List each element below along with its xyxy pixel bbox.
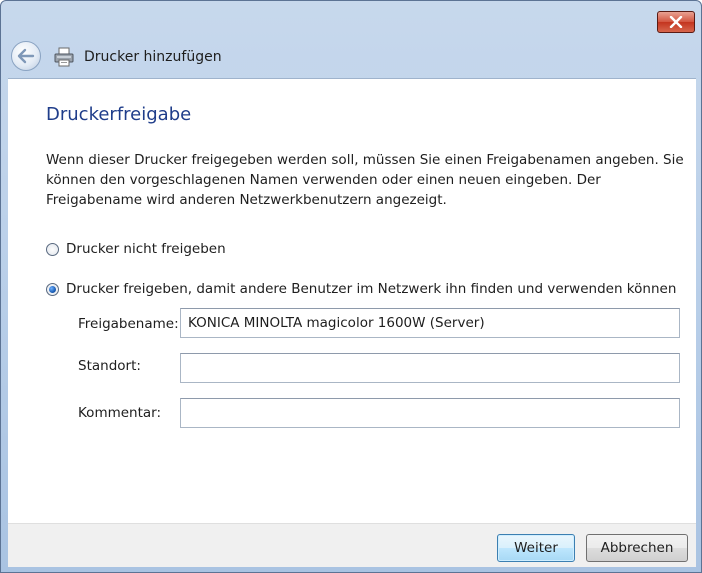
back-arrow-icon bbox=[17, 48, 35, 64]
main-content: Druckerfreigabe Wenn dieser Drucker frei… bbox=[8, 78, 696, 523]
location-input[interactable] bbox=[180, 353, 680, 383]
radio-button-checked[interactable] bbox=[46, 282, 59, 296]
next-button[interactable]: Weiter bbox=[497, 534, 575, 562]
page-heading: Druckerfreigabe bbox=[46, 104, 192, 125]
radio-option-do-not-share[interactable]: Drucker nicht freigeben bbox=[46, 241, 226, 257]
share-name-input[interactable] bbox=[180, 308, 680, 338]
radio-label: Drucker nicht freigeben bbox=[66, 241, 226, 257]
cancel-button[interactable]: Abbrechen bbox=[586, 534, 688, 562]
close-button[interactable] bbox=[657, 11, 695, 33]
description-text: Wenn dieser Drucker freigegeben werden s… bbox=[46, 152, 684, 208]
radio-button-unchecked[interactable] bbox=[46, 242, 59, 256]
window-title: Drucker hinzufügen bbox=[84, 49, 222, 65]
close-icon bbox=[669, 16, 683, 28]
back-button[interactable] bbox=[11, 41, 41, 71]
printer-icon bbox=[54, 47, 74, 67]
location-label: Standort: bbox=[78, 358, 141, 374]
radio-label: Drucker freigeben, damit andere Benutzer… bbox=[66, 281, 677, 297]
add-printer-window: Drucker hinzufügen Druckerfreigabe Wenn … bbox=[0, 0, 702, 573]
radio-option-share[interactable]: Drucker freigeben, damit andere Benutzer… bbox=[46, 281, 676, 297]
comment-input[interactable] bbox=[180, 398, 680, 428]
comment-label: Kommentar: bbox=[78, 405, 162, 421]
navigation-bar: Drucker hinzufügen bbox=[1, 37, 701, 77]
button-bar: Weiter Abbrechen bbox=[8, 523, 696, 567]
share-name-label: Freigabename: bbox=[78, 316, 179, 332]
